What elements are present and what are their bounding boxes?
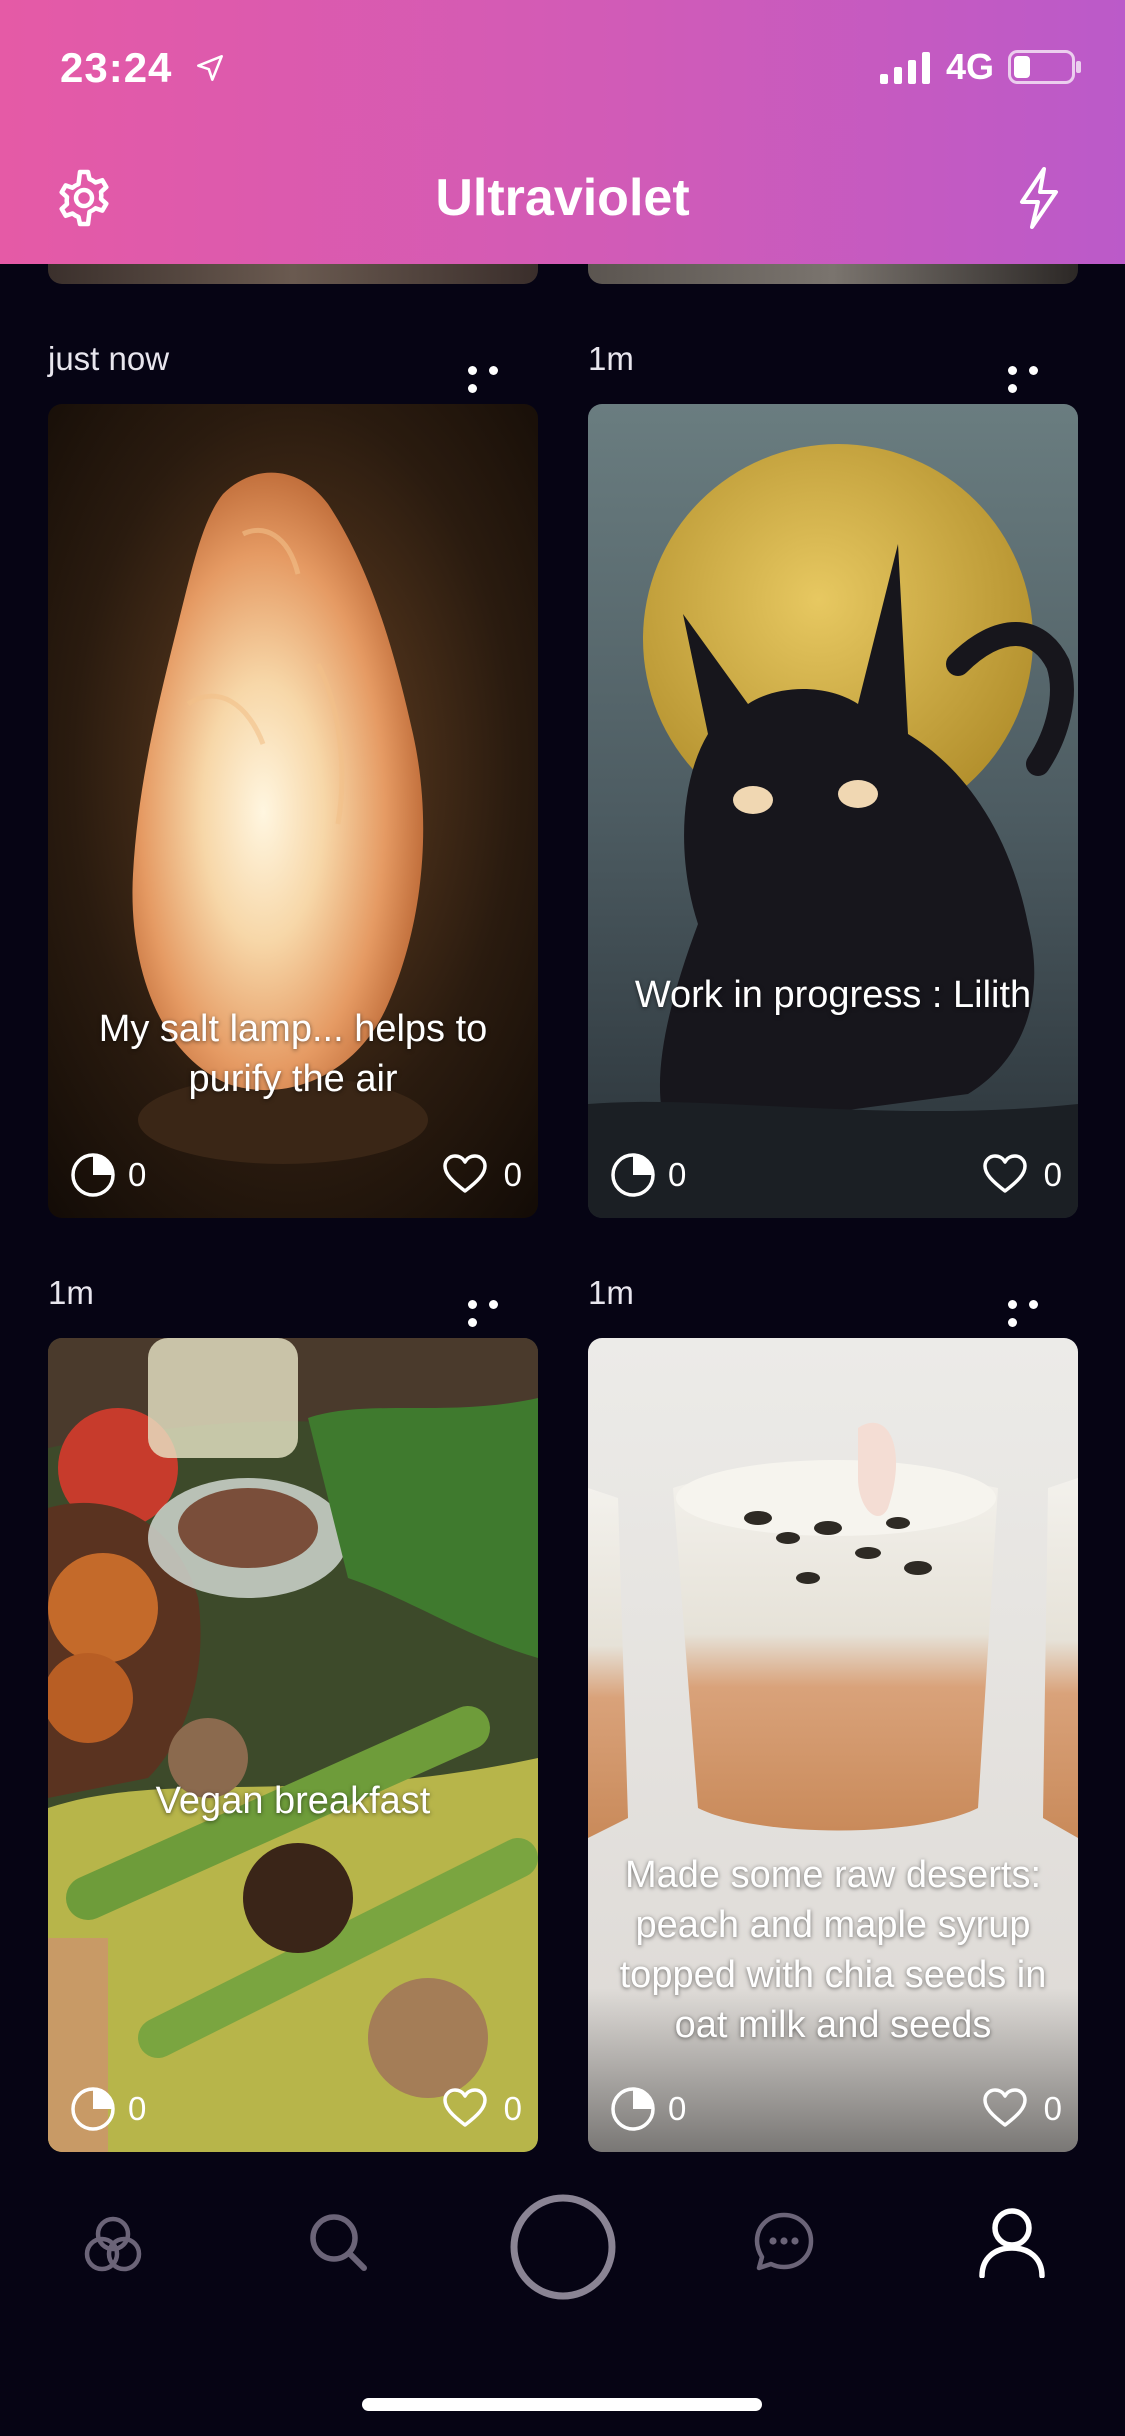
- views-icon: [611, 2087, 655, 2131]
- status-time: 23:24: [60, 44, 173, 91]
- profile-icon[interactable]: [978, 2206, 1046, 2278]
- views-count: 0: [668, 2090, 687, 2127]
- post-time: 1m: [588, 1274, 634, 1311]
- post-time: just now: [48, 340, 170, 377]
- post-image: [588, 404, 1078, 1218]
- post-card-vegan-breakfast[interactable]: Vegan breakfast 0 0: [48, 1338, 538, 2152]
- views-count: 0: [668, 1156, 687, 1193]
- post-caption: Made some raw deserts: peach and maple s…: [619, 1854, 1047, 2046]
- chat-icon[interactable]: [752, 2210, 816, 2274]
- likes-count: 0: [1043, 1156, 1062, 1193]
- header-bar: 23:24 4G Ultraviolet: [0, 0, 1125, 264]
- battery-icon: [1008, 50, 1081, 84]
- search-icon[interactable]: [306, 2210, 370, 2274]
- signal-bars-icon: [880, 52, 930, 84]
- more-options-icon[interactable]: [468, 1296, 528, 1327]
- partial-post-card-left[interactable]: [48, 264, 538, 284]
- post-time: 1m: [588, 340, 634, 377]
- post-caption: Work in progress : Lilith: [634, 974, 1032, 1016]
- more-options-icon[interactable]: [1008, 1296, 1068, 1327]
- post-card-raw-deserts[interactable]: Made some raw deserts: peach and maple s…: [588, 1338, 1078, 2152]
- likes-count: 0: [503, 2090, 522, 2127]
- views-count: 0: [128, 2090, 147, 2127]
- post-card-painting[interactable]: Work in progress : Lilith 0 0: [588, 404, 1078, 1218]
- views-icon: [611, 1153, 655, 1197]
- bolt-icon[interactable]: [1016, 166, 1062, 230]
- circles-icon[interactable]: [80, 2212, 146, 2278]
- heart-icon[interactable]: [442, 2088, 488, 2128]
- home-indicator: [362, 2398, 762, 2411]
- heart-icon[interactable]: [442, 1154, 488, 1194]
- network-type: 4G: [946, 46, 995, 87]
- likes-count: 0: [1043, 2090, 1062, 2127]
- app-title: Ultraviolet: [435, 169, 690, 227]
- post-caption: My salt lamp... helps to purify the air: [98, 1008, 488, 1100]
- heart-icon[interactable]: [982, 1154, 1028, 1194]
- views-icon: [71, 2087, 115, 2131]
- capture-button[interactable]: [508, 2192, 618, 2302]
- post-image: [48, 1338, 538, 2152]
- heart-icon[interactable]: [982, 2088, 1028, 2128]
- post-caption: Vegan breakfast: [155, 1780, 431, 1822]
- post-card-salt-lamp[interactable]: My salt lamp... helps to purify the air …: [48, 404, 538, 1218]
- views-icon: [71, 1153, 115, 1197]
- more-options-icon[interactable]: [468, 362, 528, 393]
- likes-count: 0: [503, 1156, 522, 1193]
- app-screen: 23:24 4G Ultraviolet just now 1m My salt…: [0, 0, 1125, 2436]
- more-options-icon[interactable]: [1008, 362, 1068, 393]
- partial-post-card-right[interactable]: [588, 264, 1078, 284]
- location-arrow-icon: [197, 55, 223, 81]
- post-time: 1m: [48, 1274, 94, 1311]
- views-count: 0: [128, 1156, 147, 1193]
